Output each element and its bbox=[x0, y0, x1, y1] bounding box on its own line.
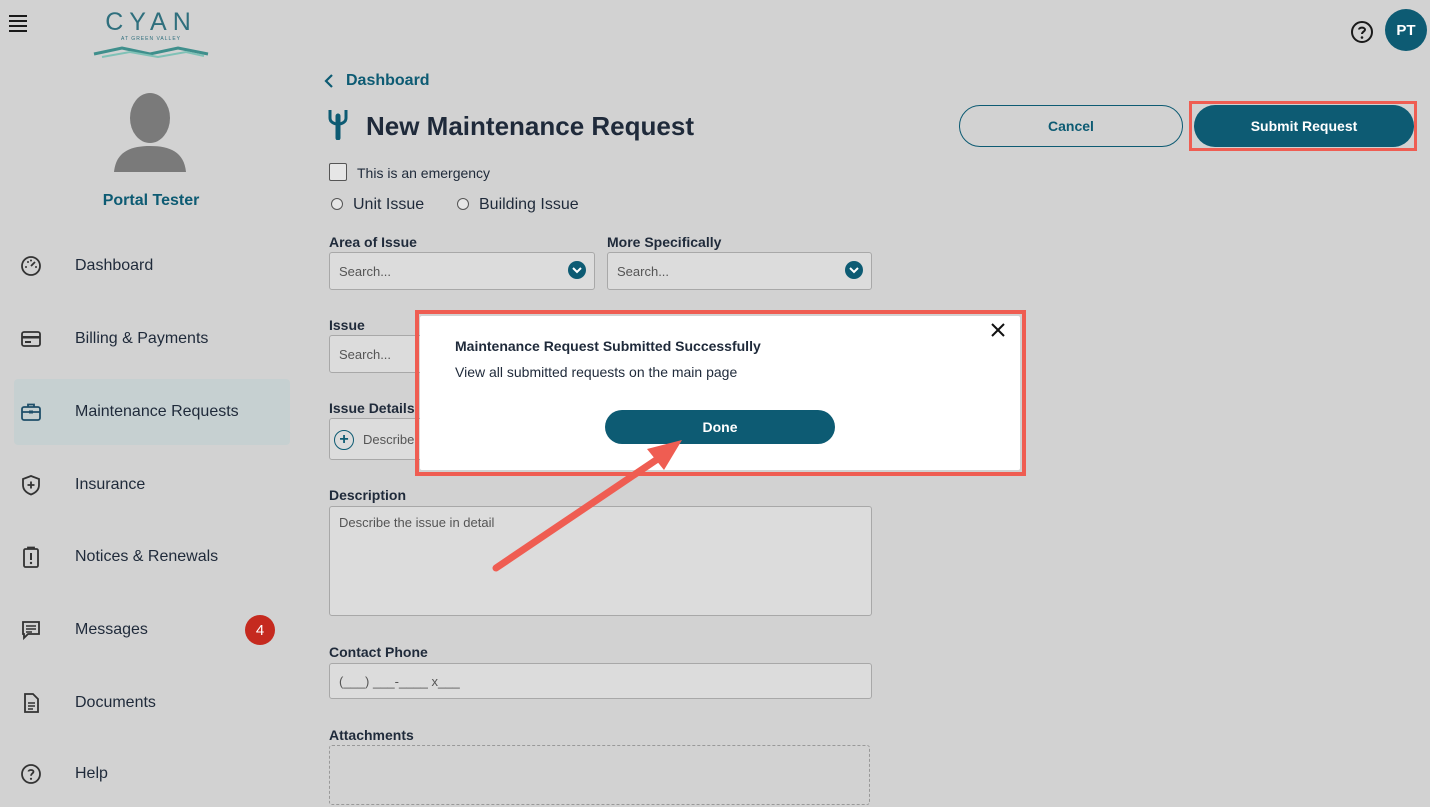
sidebar-item-maintenance[interactable]: Maintenance Requests bbox=[14, 379, 290, 445]
area-of-issue-label: Area of Issue bbox=[329, 234, 417, 250]
sidebar-item-billing[interactable]: Billing & Payments bbox=[14, 306, 290, 372]
close-icon[interactable] bbox=[989, 321, 1007, 339]
dialog-title: Maintenance Request Submitted Successful… bbox=[455, 338, 761, 354]
shield-plus-icon bbox=[20, 474, 42, 496]
emergency-checkbox[interactable] bbox=[329, 163, 347, 181]
sidebar-item-insurance[interactable]: Insurance bbox=[14, 452, 290, 518]
back-to-dashboard-link[interactable]: Dashboard bbox=[324, 70, 430, 92]
contact-phone-label: Contact Phone bbox=[329, 644, 428, 660]
profile-avatar bbox=[110, 90, 190, 172]
app-logo: CYAN AT GREEN VALLEY bbox=[90, 8, 212, 62]
chevron-down-icon bbox=[845, 261, 863, 279]
description-textarea[interactable]: Describe the issue in detail bbox=[329, 506, 872, 616]
sidebar-item-messages[interactable]: Messages 4 bbox=[14, 597, 290, 663]
unit-issue-label: Unit Issue bbox=[353, 196, 425, 213]
attachments-label: Attachments bbox=[329, 727, 414, 743]
messages-count-badge: 4 bbox=[245, 615, 275, 645]
add-icon[interactable]: + bbox=[334, 430, 354, 450]
clipboard-alert-icon bbox=[20, 546, 42, 568]
page-title: New Maintenance Request bbox=[366, 111, 694, 141]
sidebar-item-documents[interactable]: Documents bbox=[14, 670, 290, 736]
sidebar-item-help[interactable]: Help bbox=[14, 741, 290, 807]
logo-waves-icon bbox=[93, 46, 209, 59]
attachments-dropzone[interactable] bbox=[329, 745, 870, 805]
issue-details-label: Issue Details bbox=[329, 400, 415, 416]
help-icon[interactable] bbox=[1350, 20, 1374, 44]
unit-issue-radio[interactable] bbox=[331, 198, 343, 210]
more-specifically-label: More Specifically bbox=[607, 234, 722, 250]
document-icon bbox=[20, 692, 42, 714]
chevron-left-icon bbox=[324, 74, 333, 88]
user-avatar[interactable]: PT bbox=[1385, 9, 1427, 51]
building-issue-radio[interactable] bbox=[457, 198, 469, 210]
emergency-label: This is an emergency bbox=[357, 165, 491, 181]
more-specifically-select[interactable]: Search... bbox=[607, 252, 872, 290]
area-of-issue-select[interactable]: Search... bbox=[329, 252, 595, 290]
gauge-icon bbox=[20, 255, 42, 277]
profile-name: Portal Tester bbox=[102, 192, 200, 209]
sidebar-item-dashboard[interactable]: Dashboard bbox=[14, 233, 290, 299]
message-icon bbox=[20, 619, 42, 641]
issue-label: Issue bbox=[329, 317, 365, 333]
cancel-button[interactable]: Cancel bbox=[959, 105, 1183, 147]
description-label: Description bbox=[329, 487, 407, 503]
sidebar-item-notices[interactable]: Notices & Renewals bbox=[14, 524, 290, 590]
submit-request-button[interactable]: Submit Request bbox=[1194, 105, 1414, 147]
wrench-icon bbox=[326, 108, 350, 141]
done-button[interactable]: Done bbox=[605, 410, 835, 444]
contact-phone-input[interactable]: (___) ___-____ x___ bbox=[329, 663, 872, 699]
chevron-down-icon bbox=[568, 261, 586, 279]
dialog-message: View all submitted requests on the main … bbox=[455, 364, 738, 380]
help-circle-icon bbox=[20, 763, 42, 785]
menu-icon[interactable] bbox=[9, 15, 27, 32]
toolbox-icon bbox=[20, 401, 42, 423]
credit-card-icon bbox=[20, 328, 42, 350]
building-issue-label: Building Issue bbox=[479, 196, 579, 213]
